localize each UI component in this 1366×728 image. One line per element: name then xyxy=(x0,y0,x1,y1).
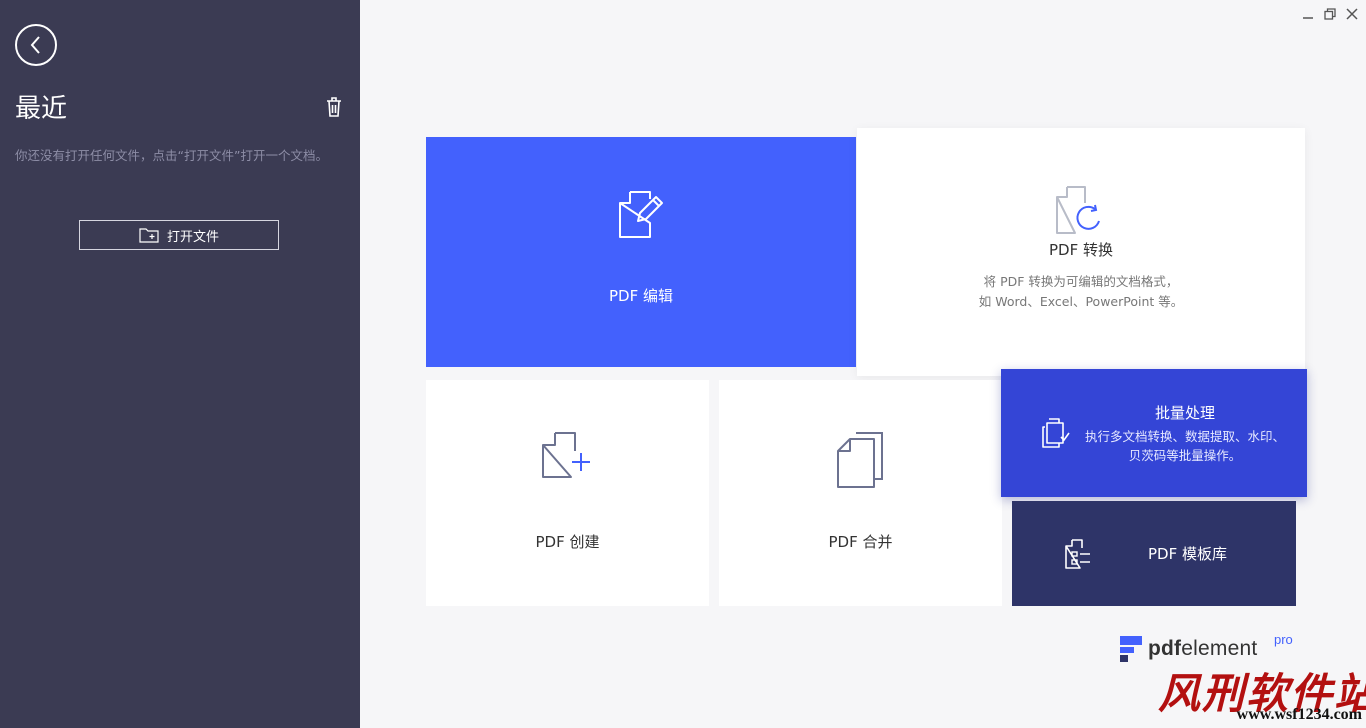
pdf-convert-card[interactable]: PDF 转换 将 PDF 转换为可编辑的文档格式， 如 Word、Excel、P… xyxy=(857,128,1305,376)
pdf-convert-description: 将 PDF 转换为可编辑的文档格式， 如 Word、Excel、PowerPoi… xyxy=(979,272,1184,312)
chevron-left-icon xyxy=(30,36,40,54)
pdfelement-logo-icon xyxy=(1120,636,1142,662)
pdf-merge-card[interactable]: PDF 合并 xyxy=(719,380,1002,606)
batch-process-description: 执行多文档转换、数据提取、水印、 贝茨码等批量操作。 xyxy=(1085,427,1285,465)
batch-desc-line1: 执行多文档转换、数据提取、水印、 xyxy=(1085,428,1286,444)
open-file-label: 打开文件 xyxy=(166,229,219,245)
minimize-icon xyxy=(1303,17,1313,19)
trash-icon[interactable] xyxy=(324,96,344,118)
back-button[interactable] xyxy=(15,24,57,66)
sidebar-title: 最近 xyxy=(15,94,68,124)
logo-pdf-text: pdf xyxy=(1148,637,1182,660)
pdf-edit-label: PDF 编辑 xyxy=(609,286,673,305)
convert-desc-line2: 如 Word、Excel、PowerPoint 等。 xyxy=(978,293,1184,309)
close-icon xyxy=(1346,8,1358,20)
minimize-button[interactable] xyxy=(1298,5,1318,23)
restore-icon xyxy=(1324,8,1336,20)
template-library-card[interactable]: PDF 模板库 xyxy=(1012,501,1296,606)
logo-wordmark: pdfelement xyxy=(1148,637,1257,661)
recent-sidebar: 最近 你还没有打开任何文件，点击“打开文件”打开一个文档。 打开文件 xyxy=(0,0,360,728)
batch-desc-line2: 贝茨码等批量操作。 xyxy=(1128,447,1242,463)
logo-pro-badge: pro xyxy=(1274,632,1293,647)
batch-process-label: 批量处理 xyxy=(1155,403,1216,422)
batch-process-text: 批量处理 执行多文档转换、数据提取、水印、 贝茨码等批量操作。 xyxy=(1085,402,1285,465)
template-library-label: PDF 模板库 xyxy=(1148,545,1227,563)
merge-documents-icon xyxy=(836,431,883,488)
pdf-create-label: PDF 创建 xyxy=(535,532,600,551)
close-button[interactable] xyxy=(1342,5,1362,23)
logo-element-text: element xyxy=(1181,637,1258,660)
pdf-convert-label: PDF 转换 xyxy=(1049,240,1113,259)
empty-recent-hint: 你还没有打开任何文件，点击“打开文件”打开一个文档。 xyxy=(15,148,328,163)
maximize-button[interactable] xyxy=(1320,5,1340,23)
convert-document-icon xyxy=(1056,185,1100,234)
pdfelement-logo: pdfelement pro xyxy=(1120,632,1293,662)
batch-process-card[interactable]: 批量处理 执行多文档转换、数据提取、水印、 贝茨码等批量操作。 xyxy=(1001,369,1307,497)
watermark-url: www.wsf1234.com xyxy=(1236,706,1362,723)
pdf-merge-label: PDF 合并 xyxy=(828,532,893,551)
pdf-create-card[interactable]: PDF 创建 xyxy=(426,380,709,606)
folder-icon xyxy=(139,228,159,243)
pdf-edit-card[interactable]: PDF 编辑 xyxy=(426,137,856,367)
site-watermark: 风刑软件站 www.wsf1234.com xyxy=(1158,660,1366,728)
convert-desc-line1: 将 PDF 转换为可编辑的文档格式， xyxy=(983,273,1179,289)
template-library-icon xyxy=(1065,538,1090,569)
batch-process-icon xyxy=(1042,418,1070,448)
open-file-button[interactable]: 打开文件 xyxy=(79,220,279,250)
create-document-icon xyxy=(541,431,590,478)
edit-document-icon xyxy=(619,190,663,238)
